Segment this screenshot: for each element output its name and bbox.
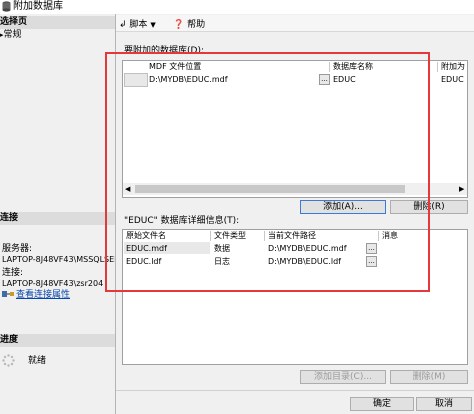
server-value: LAPTOP-8J48VF43\MSSQLSERVER01 — [2, 255, 115, 264]
help-icon: ❓ — [173, 20, 185, 30]
table-row[interactable]: EDUC.mdf 数据 D:\MYDB\EDUC.mdf ... — [123, 242, 467, 255]
script-button[interactable]: ↲ 脚本 ▼ — [119, 17, 156, 30]
help-label: 帮助 — [187, 20, 206, 30]
add-database-button[interactable]: 添加(A)... — [300, 200, 386, 214]
database-details-grid[interactable]: 原始文件名 文件类型 当前文件路径 消息 EDUC.mdf 数据 D:\MYDB… — [122, 229, 468, 365]
attach-databases-grid[interactable]: MDF 文件位置 数据库名称 附加为 D:\MYDB\EDUC.mdf ... … — [122, 60, 468, 198]
scrollbar-thumb[interactable] — [135, 185, 405, 193]
table-row[interactable]: EDUC.ldf 日志 D:\MYDB\EDUC.ldf ... — [123, 255, 467, 268]
column-header-dbname[interactable]: 数据库名称 — [331, 62, 438, 72]
left-pane: 选择页 ▸常规 连接 服务器: LAPTOP-8J48VF43\MSSQLSER… — [0, 14, 116, 414]
database-details-label: "EDUC" 数据库详细信息(T): — [124, 216, 240, 226]
view-props-text: 查看连接属性 — [16, 290, 71, 300]
scroll-left-icon[interactable]: ◀ — [125, 183, 130, 195]
table-row[interactable]: D:\MYDB\EDUC.mdf ... EDUC EDUC — [123, 73, 467, 87]
title-bar: 附加数据库 — [0, 0, 474, 14]
file-type-cell: 数据 — [214, 244, 230, 253]
column-header-message[interactable]: 消息 — [380, 231, 466, 241]
view-connection-properties-link[interactable]: 查看连接属性 — [2, 290, 70, 301]
attach-databases-label: 要附加的数据库(D): — [124, 46, 204, 56]
window-title: 附加数据库 — [13, 1, 63, 12]
scroll-right-icon[interactable]: ▶ — [459, 183, 464, 195]
connection-properties-icon — [2, 291, 14, 297]
browse-path-button[interactable]: ... — [366, 243, 377, 254]
browse-mdf-button[interactable]: ... — [319, 74, 330, 85]
browse-path-button[interactable]: ... — [366, 256, 377, 267]
current-path-cell[interactable]: D:\MYDB\EDUC.ldf — [268, 256, 368, 267]
current-path-cell[interactable]: D:\MYDB\EDUC.mdf — [268, 243, 368, 254]
status-text: 就绪 — [28, 356, 47, 366]
column-header-mdf[interactable]: MDF 文件位置 — [147, 62, 330, 72]
ok-button[interactable]: 确定 — [350, 397, 414, 411]
column-header-original-name[interactable]: 原始文件名 — [124, 231, 211, 241]
remove-file-button[interactable]: 删除(M) — [390, 370, 468, 384]
footer-divider — [116, 390, 474, 391]
database-name-cell: EDUC — [333, 75, 356, 84]
original-name-cell: EDUC.mdf — [126, 244, 167, 253]
add-catalog-button[interactable]: 添加目录(C)... — [300, 370, 386, 384]
script-label: 脚本 — [129, 20, 148, 30]
column-header-file-type[interactable]: 文件类型 — [212, 231, 265, 241]
toolbar: ↲ 脚本 ▼ ❓ 帮助 — [116, 15, 474, 32]
chevron-down-icon: ▼ — [150, 21, 156, 29]
column-header-current-path[interactable]: 当前文件路径 — [266, 231, 379, 241]
page-item-general[interactable]: ▸常规 — [0, 30, 22, 41]
remove-database-button[interactable]: 删除(R) — [390, 200, 468, 214]
progress-spinner-icon — [2, 354, 15, 367]
database-icon — [2, 1, 11, 12]
file-type-cell: 日志 — [214, 257, 230, 266]
select-page-header: 选择页 — [0, 16, 115, 29]
progress-header: 进度 — [0, 334, 115, 347]
help-button[interactable]: ❓ 帮助 — [173, 17, 205, 30]
row-selector[interactable] — [124, 73, 148, 87]
original-name-cell: EDUC.ldf — [126, 257, 162, 266]
attach-as-cell[interactable]: EDUC — [441, 74, 467, 85]
horizontal-scrollbar[interactable]: ◀ ▶ — [123, 183, 467, 195]
connection-header: 连接 — [0, 212, 115, 225]
script-icon: ↲ — [119, 20, 127, 30]
connection-value: LAPTOP-8J48VF43\zsr204 — [2, 279, 104, 288]
page-item-label: 常规 — [3, 30, 22, 40]
cancel-button[interactable]: 取消 — [416, 397, 472, 411]
mdf-location-cell: D:\MYDB\EDUC.mdf — [149, 75, 228, 84]
column-header-attach-as[interactable]: 附加为 — [439, 62, 469, 72]
